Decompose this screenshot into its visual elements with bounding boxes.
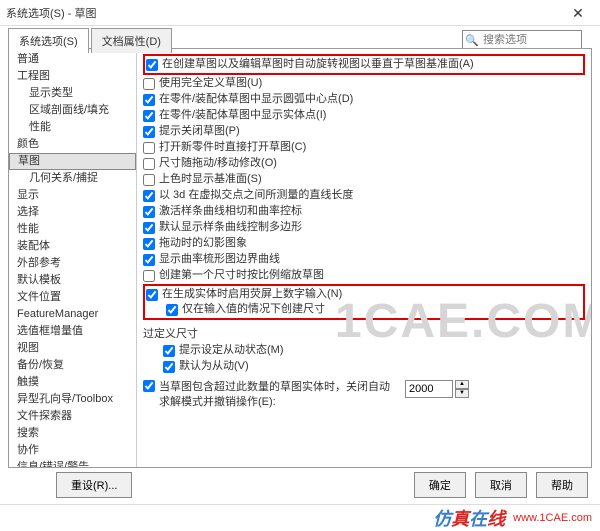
opt-prompt-driven[interactable]: 提示设定从动状态(M) bbox=[143, 343, 585, 358]
check-o10[interactable] bbox=[143, 222, 155, 234]
sidebar-item-2[interactable]: 显示类型 bbox=[9, 85, 136, 102]
check-o2[interactable] bbox=[143, 94, 155, 106]
cancel-button[interactable]: 取消 bbox=[475, 472, 527, 498]
sidebar-item-13[interactable]: 默认模板 bbox=[9, 272, 136, 289]
check-o5[interactable] bbox=[143, 142, 155, 154]
opt-prompt-close[interactable]: 提示关闭草图(P) bbox=[143, 124, 585, 139]
group-overdefine: 过定义尺寸 bbox=[143, 325, 585, 341]
opt-fully-defined[interactable]: 使用完全定义草图(U) bbox=[143, 76, 585, 91]
check-o15[interactable] bbox=[166, 304, 178, 316]
check-o16[interactable] bbox=[163, 345, 175, 357]
search-box: 🔍 bbox=[462, 30, 582, 50]
sidebar-item-23[interactable]: 协作 bbox=[9, 442, 136, 459]
sidebar-item-5[interactable]: 颜色 bbox=[9, 136, 136, 153]
check-o4[interactable] bbox=[143, 126, 155, 138]
opt-scale-first-dim[interactable]: 创建第一个尺寸时按比例缩放草图 bbox=[143, 268, 585, 283]
sidebar-item-19[interactable]: 触摸 bbox=[9, 374, 136, 391]
entity-count-input[interactable] bbox=[405, 380, 453, 398]
opt-3d-length[interactable]: 以 3d 在虚拟交点之间所测量的直线长度 bbox=[143, 188, 585, 203]
ok-button[interactable]: 确定 bbox=[414, 472, 466, 498]
spinner-up-icon[interactable]: ▲ bbox=[455, 380, 469, 389]
sidebar-item-16[interactable]: 选值框增量值 bbox=[9, 323, 136, 340]
sidebar-item-18[interactable]: 备份/恢复 bbox=[9, 357, 136, 374]
sidebar-item-4[interactable]: 性能 bbox=[9, 119, 136, 136]
options-panel: 1CAE.COM 在创建草图以及编辑草图时自动旋转视图以垂直于草图基准面(A) … bbox=[137, 49, 591, 467]
sidebar-item-7[interactable]: 几何关系/捕捉 bbox=[9, 170, 136, 187]
check-o0[interactable] bbox=[146, 59, 158, 71]
sidebar: 普通工程图显示类型区域剖面线/填充性能颜色草图几何关系/捕捉显示选择性能装配体外… bbox=[9, 49, 137, 467]
sidebar-item-9[interactable]: 选择 bbox=[9, 204, 136, 221]
check-o17[interactable] bbox=[163, 361, 175, 373]
opt-open-sketch[interactable]: 打开新零件时直接打开草图(C) bbox=[143, 140, 585, 155]
brand-bar: 仿真在线 www.1CAE.com bbox=[0, 504, 600, 530]
close-icon[interactable]: ✕ bbox=[562, 3, 594, 23]
sidebar-item-24[interactable]: 信息/错误/警告 bbox=[9, 459, 136, 467]
search-input[interactable] bbox=[481, 33, 577, 47]
check-o12[interactable] bbox=[143, 254, 155, 266]
sidebar-item-12[interactable]: 外部参考 bbox=[9, 255, 136, 272]
check-o9[interactable] bbox=[143, 206, 155, 218]
check-o1[interactable] bbox=[143, 78, 155, 90]
sidebar-item-1[interactable]: 工程图 bbox=[9, 68, 136, 85]
opt-entity-points[interactable]: 在零件/装配体草图中显示实体点(I) bbox=[143, 108, 585, 123]
brand-logo: 仿真在线 bbox=[433, 505, 505, 531]
check-o6[interactable] bbox=[143, 158, 155, 170]
sidebar-item-6[interactable]: 草图 bbox=[9, 153, 136, 170]
sidebar-item-3[interactable]: 区域剖面线/填充 bbox=[9, 102, 136, 119]
opt-auto-rotate[interactable]: 在创建草图以及编辑草图时自动旋转视图以垂直于草图基准面(A) bbox=[143, 54, 585, 75]
opt-auto-solve[interactable]: 当草图包含超过此数量的草图实体时，关闭自动求解模式并撤销操作(E): ▲ ▼ bbox=[143, 380, 585, 410]
sidebar-item-22[interactable]: 搜索 bbox=[9, 425, 136, 442]
reset-button[interactable]: 重设(R)... bbox=[56, 472, 132, 498]
sidebar-item-0[interactable]: 普通 bbox=[9, 51, 136, 68]
help-button[interactable]: 帮助 bbox=[536, 472, 588, 498]
sidebar-item-17[interactable]: 视图 bbox=[9, 340, 136, 357]
check-auto[interactable] bbox=[143, 380, 155, 392]
opt-default-driven[interactable]: 默认为从动(V) bbox=[143, 359, 585, 374]
search-icon: 🔍 bbox=[463, 34, 481, 47]
window-title: 系统选项(S) - 草图 bbox=[6, 5, 96, 21]
sidebar-item-8[interactable]: 显示 bbox=[9, 187, 136, 204]
check-o3[interactable] bbox=[143, 110, 155, 122]
tab-bar: 系统选项(S) 文档属性(D) bbox=[8, 28, 174, 53]
check-o8[interactable] bbox=[143, 190, 155, 202]
sidebar-item-10[interactable]: 性能 bbox=[9, 221, 136, 238]
tab-system-options[interactable]: 系统选项(S) bbox=[8, 28, 89, 53]
opt-show-plane[interactable]: 上色时显示基准面(S) bbox=[143, 172, 585, 187]
entity-count-spinner: ▲ ▼ bbox=[455, 380, 469, 398]
check-o11[interactable] bbox=[143, 238, 155, 250]
opt-spline-tangent[interactable]: 激活样条曲线相切和曲率控标 bbox=[143, 204, 585, 219]
opt-spline-polygon[interactable]: 默认显示样条曲线控制多边形 bbox=[143, 220, 585, 235]
sidebar-item-15[interactable]: FeatureManager bbox=[9, 306, 136, 323]
sidebar-item-21[interactable]: 文件探索器 bbox=[9, 408, 136, 425]
opt-dim-drag[interactable]: 尺寸随拖动/移动修改(O) bbox=[143, 156, 585, 171]
sidebar-item-11[interactable]: 装配体 bbox=[9, 238, 136, 255]
brand-url: www.1CAE.com bbox=[513, 512, 592, 524]
sidebar-item-14[interactable]: 文件位置 bbox=[9, 289, 136, 306]
opt-arc-center[interactable]: 在零件/装配体草图中显示圆弧中心点(D) bbox=[143, 92, 585, 107]
opt-comb-boundary[interactable]: 显示曲率梳形图边界曲线 bbox=[143, 252, 585, 267]
check-o7[interactable] bbox=[143, 174, 155, 186]
opt-ghost-drag[interactable]: 拖动时的幻影图象 bbox=[143, 236, 585, 251]
check-o14[interactable] bbox=[146, 289, 158, 301]
sidebar-item-20[interactable]: 异型孔向导/Toolbox bbox=[9, 391, 136, 408]
tab-doc-properties[interactable]: 文档属性(D) bbox=[91, 28, 172, 53]
opt-screen-numeric: 在生成实体时启用荧屏上数字输入(N) 仅在输入值的情况下创建尺寸 bbox=[143, 284, 585, 320]
check-o13[interactable] bbox=[143, 270, 155, 282]
spinner-down-icon[interactable]: ▼ bbox=[455, 389, 469, 398]
